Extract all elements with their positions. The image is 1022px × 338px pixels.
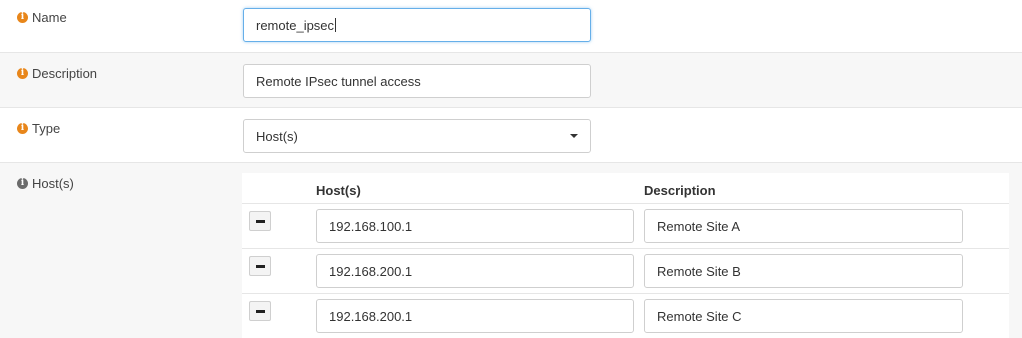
description-input[interactable]: Remote IPsec tunnel access xyxy=(243,64,591,98)
remove-row-button[interactable] xyxy=(249,301,271,321)
column-header-description: Description xyxy=(644,183,716,198)
info-icon[interactable]: i xyxy=(17,123,28,134)
table-row: 192.168.200.1 Remote Site B xyxy=(242,248,1009,293)
host-description-value: Remote Site A xyxy=(657,218,741,234)
host-input[interactable]: 192.168.200.1 xyxy=(316,299,634,333)
type-row: i Type Host(s) xyxy=(0,107,1022,162)
type-select[interactable]: Host(s) xyxy=(243,119,591,153)
host-input-value: 192.168.100.1 xyxy=(329,218,413,234)
host-description-input[interactable]: Remote Site C xyxy=(644,299,963,333)
description-label: i Description xyxy=(17,66,97,81)
type-label-text: Type xyxy=(32,121,61,136)
minus-icon xyxy=(255,219,265,223)
hosts-label-text: Host(s) xyxy=(32,176,74,191)
description-label-text: Description xyxy=(32,66,98,81)
host-input-value: 192.168.200.1 xyxy=(329,263,413,279)
description-input-value: Remote IPsec tunnel access xyxy=(256,73,421,89)
remove-row-button[interactable] xyxy=(249,211,271,231)
text-cursor xyxy=(335,18,337,32)
minus-icon xyxy=(255,264,265,268)
name-label: i Name xyxy=(17,10,67,25)
info-icon[interactable]: i xyxy=(17,12,28,23)
name-input[interactable]: remote_ipsec xyxy=(243,8,591,42)
type-select-value: Host(s) xyxy=(256,128,298,144)
table-row: 192.168.100.1 Remote Site A xyxy=(242,203,1009,248)
name-input-value: remote_ipsec xyxy=(256,17,335,33)
caret-down-icon xyxy=(570,134,578,138)
host-input[interactable]: 192.168.100.1 xyxy=(316,209,634,243)
name-row: i Name remote_ipsec xyxy=(0,0,1022,52)
alias-edit-form: i Name remote_ipsec i Description Remote… xyxy=(0,0,1022,338)
type-label: i Type xyxy=(17,121,60,136)
info-icon[interactable]: i xyxy=(17,178,28,189)
table-row: 192.168.200.1 Remote Site C xyxy=(242,293,1009,338)
name-label-text: Name xyxy=(32,10,67,25)
host-description-input[interactable]: Remote Site A xyxy=(644,209,963,243)
description-row: i Description Remote IPsec tunnel access xyxy=(0,52,1022,107)
host-description-value: Remote Site C xyxy=(657,308,742,324)
host-description-input[interactable]: Remote Site B xyxy=(644,254,963,288)
host-description-value: Remote Site B xyxy=(657,263,741,279)
minus-icon xyxy=(255,309,265,313)
hosts-label: i Host(s) xyxy=(17,176,74,191)
column-header-hosts: Host(s) xyxy=(316,183,361,198)
info-icon[interactable]: i xyxy=(17,68,28,79)
host-input-value: 192.168.200.1 xyxy=(329,308,413,324)
remove-row-button[interactable] xyxy=(249,256,271,276)
hosts-table: Host(s) Description 192.168.100.1 Remote… xyxy=(242,173,1009,338)
hosts-row: i Host(s) Host(s) Description 192.168.10… xyxy=(0,162,1022,338)
host-input[interactable]: 192.168.200.1 xyxy=(316,254,634,288)
